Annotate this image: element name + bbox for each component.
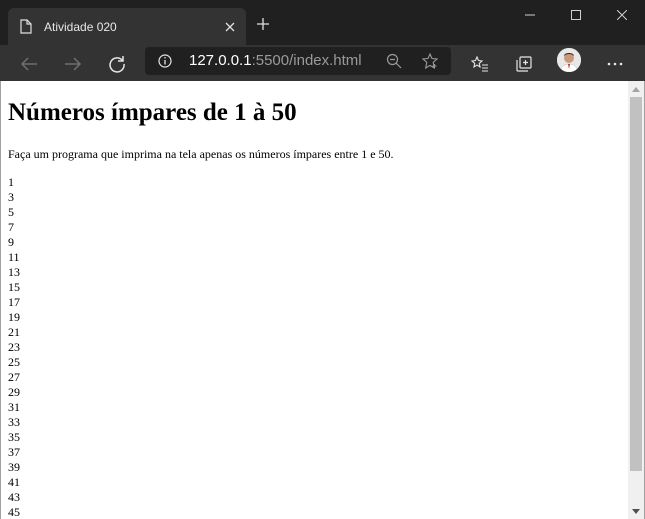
forward-icon[interactable] [59, 50, 87, 78]
list-item: 43 [8, 490, 20, 504]
list-item: 15 [8, 280, 20, 294]
page-description: Faça um programa que imprima na tela ape… [8, 147, 394, 161]
list-item: 37 [8, 445, 20, 459]
list-item: 11 [8, 250, 20, 264]
back-icon[interactable] [15, 50, 43, 78]
tab-title: Atividade 020 [44, 19, 117, 34]
vertical-scrollbar[interactable] [628, 81, 645, 519]
page-content: Números ímpares de 1 à 50 Faça um progra… [8, 81, 394, 519]
refresh-icon[interactable] [103, 50, 131, 78]
scrollbar-thumb[interactable] [630, 97, 642, 471]
address-bar[interactable]: 127.0.0.1:5500/index.html [145, 47, 451, 75]
browser-tab[interactable]: Atividade 020 [8, 8, 246, 45]
list-item: 19 [8, 310, 20, 324]
collections-icon[interactable] [510, 50, 538, 78]
list-item: 7 [8, 220, 14, 234]
zoom-icon[interactable] [385, 52, 403, 70]
list-item: 1 [8, 175, 14, 189]
site-info-icon[interactable] [157, 53, 173, 69]
list-item: 23 [8, 340, 20, 354]
list-item: 29 [8, 385, 20, 399]
add-favorite-icon[interactable] [421, 52, 439, 70]
list-item: 9 [8, 235, 14, 249]
new-tab-icon[interactable] [253, 14, 273, 34]
url-text[interactable]: 127.0.0.1:5500/index.html [189, 52, 362, 69]
list-item: 5 [8, 205, 14, 219]
list-item: 3 [8, 190, 14, 204]
page-title: Números ímpares de 1 à 50 [8, 99, 297, 126]
list-item: 33 [8, 415, 20, 429]
odd-numbers-list: 1 3 5 7 9 11 13 15 17 19 21 23 25 27 29 31 33 35 37 39 41 43 4… [8, 175, 394, 519]
url-host: 127.0.0.1 [189, 52, 252, 69]
maximize-icon[interactable] [553, 4, 599, 26]
minimize-icon[interactable] [507, 4, 553, 26]
close-tab-icon[interactable] [220, 17, 240, 37]
page-viewport: Números ímpares de 1 à 50 Faça um progra… [0, 81, 628, 519]
more-menu-icon[interactable] [601, 50, 629, 78]
title-bar: Atividade 020 [0, 0, 645, 45]
list-item: 27 [8, 370, 20, 384]
list-item: 41 [8, 475, 20, 489]
close-window-icon[interactable] [599, 4, 645, 26]
list-item: 45 [8, 505, 20, 519]
list-item: 35 [8, 430, 20, 444]
list-item: 31 [8, 400, 20, 414]
page-icon [20, 19, 34, 35]
list-item: 21 [8, 325, 20, 339]
list-item: 13 [8, 265, 20, 279]
list-item: 25 [8, 355, 20, 369]
scroll-up-icon[interactable] [628, 81, 644, 97]
favorites-icon[interactable] [466, 50, 494, 78]
list-item: 17 [8, 295, 20, 309]
url-path: :5500/index.html [251, 52, 362, 69]
profile-avatar[interactable] [557, 48, 581, 72]
list-item: 39 [8, 460, 20, 474]
scroll-down-icon[interactable] [628, 503, 644, 519]
